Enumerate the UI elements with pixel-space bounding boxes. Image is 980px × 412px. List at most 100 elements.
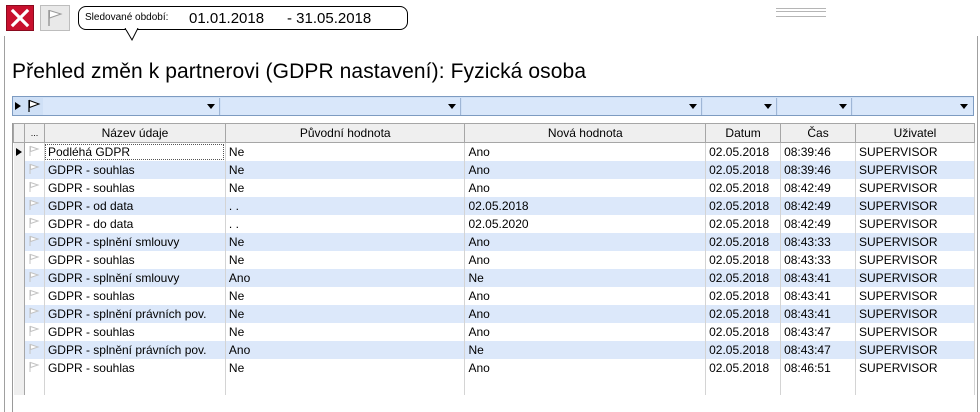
cell-name[interactable]: GDPR - splnění právních pov. [44,305,226,323]
row-indicator[interactable] [13,341,25,359]
cell-date[interactable]: 02.05.2018 [705,269,782,287]
row-indicator[interactable] [13,269,25,287]
cell-time[interactable]: 08:39:46 [780,142,857,161]
row-indicator[interactable] [13,215,25,233]
cell-name[interactable]: GDPR - do data [44,215,226,233]
cell-user[interactable]: SUPERVISOR [855,269,975,287]
cell-time[interactable]: 08:42:49 [780,215,857,233]
row-marker[interactable] [24,161,45,179]
cell-time[interactable]: 08:43:47 [780,341,857,359]
column-header-name[interactable]: Název údaje [43,123,226,143]
row-marker[interactable] [24,341,45,359]
chevron-down-icon[interactable] [685,98,701,113]
table-row[interactable]: GDPR - splnění smlouvy Ano Ne 02.05.2018 08:… [13,269,975,287]
row-marker[interactable] [24,269,45,287]
filter-name[interactable] [43,98,220,115]
column-header-original-value[interactable]: Původní hodnota [224,123,466,143]
table-row[interactable]: GDPR - od data . . 02.05.2018 02.05.2018 08… [13,197,975,215]
cell-name[interactable]: GDPR - splnění smlouvy [44,233,226,251]
table-row[interactable]: GDPR - souhlas Ne Ano 02.05.2018 08:42:49 SUP… [13,179,975,197]
cell-original-value[interactable]: Ano [225,341,466,359]
cell-new-value[interactable]: Ano [464,323,707,341]
marker-column-header[interactable]: ... [23,123,45,143]
cell-date[interactable]: 02.05.2018 [705,359,782,377]
cell-name[interactable]: GDPR - splnění smlouvy [44,269,226,287]
cell-new-value[interactable]: Ano [464,179,707,197]
row-marker[interactable] [24,215,45,233]
cell-date[interactable]: 02.05.2018 [705,142,782,161]
cell-new-value[interactable]: Ano [464,233,707,251]
row-marker[interactable] [24,179,45,197]
cell-time[interactable]: 08:46:51 [780,359,857,377]
filter-original-value[interactable] [221,98,461,115]
cell-time[interactable]: 08:43:41 [780,269,857,287]
cell-original-value[interactable]: . . [225,197,466,215]
cell-time[interactable]: 08:43:33 [780,251,857,269]
cell-original-value[interactable]: Ne [225,287,466,305]
cell-original-value[interactable]: Ne [225,305,466,323]
row-marker[interactable] [24,323,45,341]
cell-date[interactable]: 02.05.2018 [705,287,782,305]
cell-date[interactable]: 02.05.2018 [705,341,782,359]
cell-user[interactable]: SUPERVISOR [855,142,975,161]
cell-date[interactable]: 02.05.2018 [705,251,782,269]
cell-date[interactable]: 02.05.2018 [705,161,782,179]
cell-original-value[interactable]: Ne [225,161,466,179]
cell-time[interactable]: 08:43:41 [780,305,857,323]
cell-name[interactable]: GDPR - splnění právních pov. [44,341,226,359]
cell-time[interactable]: 08:43:41 [780,287,857,305]
chevron-down-icon[interactable] [203,98,219,113]
cell-new-value[interactable]: Ano [464,161,707,179]
column-header-user[interactable]: Uživatel [855,123,975,143]
filter-new-value[interactable] [462,98,702,115]
cell-user[interactable]: SUPERVISOR [855,323,975,341]
cell-user[interactable]: SUPERVISOR [855,251,975,269]
cell-name[interactable]: GDPR - souhlas [44,323,226,341]
chevron-down-icon[interactable] [956,98,972,113]
cell-name[interactable]: Podléhá GDPR [44,142,226,161]
flag-button[interactable] [40,5,70,31]
cell-date[interactable]: 02.05.2018 [705,215,782,233]
row-marker[interactable] [24,251,45,269]
table-row[interactable]: GDPR - splnění smlouvy Ne Ano 02.05.2018 08:… [13,233,975,251]
cell-original-value[interactable]: . . [225,215,466,233]
cell-new-value[interactable]: Ano [464,305,707,323]
cell-name[interactable]: GDPR - souhlas [44,161,226,179]
cell-new-value[interactable]: Ne [464,269,707,287]
cell-time[interactable]: 08:42:49 [780,197,857,215]
cell-time[interactable]: 08:42:49 [780,179,857,197]
cell-date[interactable]: 02.05.2018 [705,323,782,341]
row-indicator[interactable] [13,287,25,305]
cell-time[interactable]: 08:43:47 [780,323,857,341]
table-row[interactable]: GDPR - souhlas Ne Ano 02.05.2018 08:46:51 SUP… [13,359,975,377]
table-row[interactable]: GDPR - splnění právních pov. Ano Ne 02.05.2… [13,341,975,359]
row-indicator[interactable] [13,323,25,341]
row-indicator[interactable] [13,251,25,269]
table-row[interactable]: GDPR - splnění právních pov. Ne Ano 02.05.2… [13,305,975,323]
cell-name[interactable]: GDPR - souhlas [44,251,226,269]
cell-date[interactable]: 02.05.2018 [705,197,782,215]
row-marker[interactable] [24,142,45,161]
row-indicator[interactable] [13,161,25,179]
row-indicator[interactable] [13,305,25,323]
cell-name[interactable]: GDPR - souhlas [44,179,226,197]
resize-grip[interactable] [776,8,826,17]
cell-user[interactable]: SUPERVISOR [855,215,975,233]
row-marker[interactable] [24,197,45,215]
table-row[interactable]: Podléhá GDPR Ne Ano 02.05.2018 08:39:46 SUPER… [13,142,975,161]
filter-user[interactable] [853,98,973,115]
cell-user[interactable]: SUPERVISOR [855,305,975,323]
column-header-new-value[interactable]: Nová hodnota [464,123,707,143]
chevron-down-icon[interactable] [835,98,851,113]
cell-name[interactable]: GDPR - souhlas [44,287,226,305]
monitored-period-box[interactable]: Sledované období: 01.01.2018 - 31.05.201… [78,6,408,30]
cell-new-value[interactable]: Ano [464,142,707,161]
chevron-down-icon[interactable] [444,98,460,113]
cell-date[interactable]: 02.05.2018 [705,179,782,197]
cell-user[interactable]: SUPERVISOR [855,359,975,377]
close-button[interactable] [6,5,34,31]
flag-icon[interactable] [27,99,41,113]
table-row[interactable]: GDPR - do data . . 02.05.2020 02.05.2018 08… [13,215,975,233]
cell-new-value[interactable]: Ne [464,341,707,359]
cell-user[interactable]: SUPERVISOR [855,287,975,305]
